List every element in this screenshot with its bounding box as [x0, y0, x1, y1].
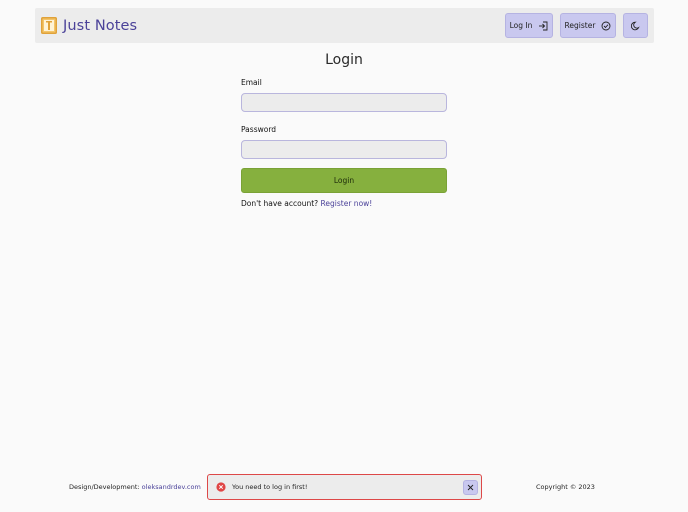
login-submit-button[interactable]: Login — [241, 168, 447, 193]
notebook-icon — [41, 17, 57, 34]
password-label: Password — [241, 125, 277, 134]
toast-close-button[interactable] — [463, 479, 478, 495]
check-circle-icon — [601, 21, 611, 30]
login-button[interactable]: Log In — [505, 13, 553, 38]
register-now-link[interactable]: Register now! — [321, 199, 373, 208]
footer-credit: Design/Development: oleksandrdev.com — [69, 483, 201, 491]
register-prompt: Don't have account? Register now! — [241, 199, 447, 208]
nav-buttons: Log In Register — [505, 13, 648, 38]
navbar: Just Notes Log In Register — [35, 8, 654, 43]
password-input[interactable] — [241, 140, 447, 159]
credit-prefix: Design/Development: — [69, 483, 140, 491]
register-button-label: Register — [564, 21, 596, 30]
error-toast: You need to log in first! — [207, 474, 482, 500]
close-icon — [467, 484, 474, 490]
brand-title: Just Notes — [63, 17, 138, 34]
email-label: Email — [241, 78, 262, 87]
theme-toggle-button[interactable] — [623, 13, 648, 38]
register-button[interactable]: Register — [560, 13, 616, 38]
email-input[interactable] — [241, 93, 447, 112]
error-icon — [216, 482, 226, 492]
copyright: Copyright © 2023 — [536, 483, 595, 491]
brand[interactable]: Just Notes — [41, 17, 137, 34]
login-form: Email Password Login Don't have account?… — [241, 78, 447, 208]
login-button-label: Log In — [509, 21, 533, 30]
moon-icon — [630, 21, 640, 30]
toast-message: You need to log in first! — [232, 483, 308, 491]
page-title: Login — [325, 52, 363, 68]
credit-link[interactable]: oleksandrdev.com — [142, 483, 201, 491]
login-icon — [539, 21, 548, 30]
no-account-text: Don't have account? — [241, 199, 319, 208]
